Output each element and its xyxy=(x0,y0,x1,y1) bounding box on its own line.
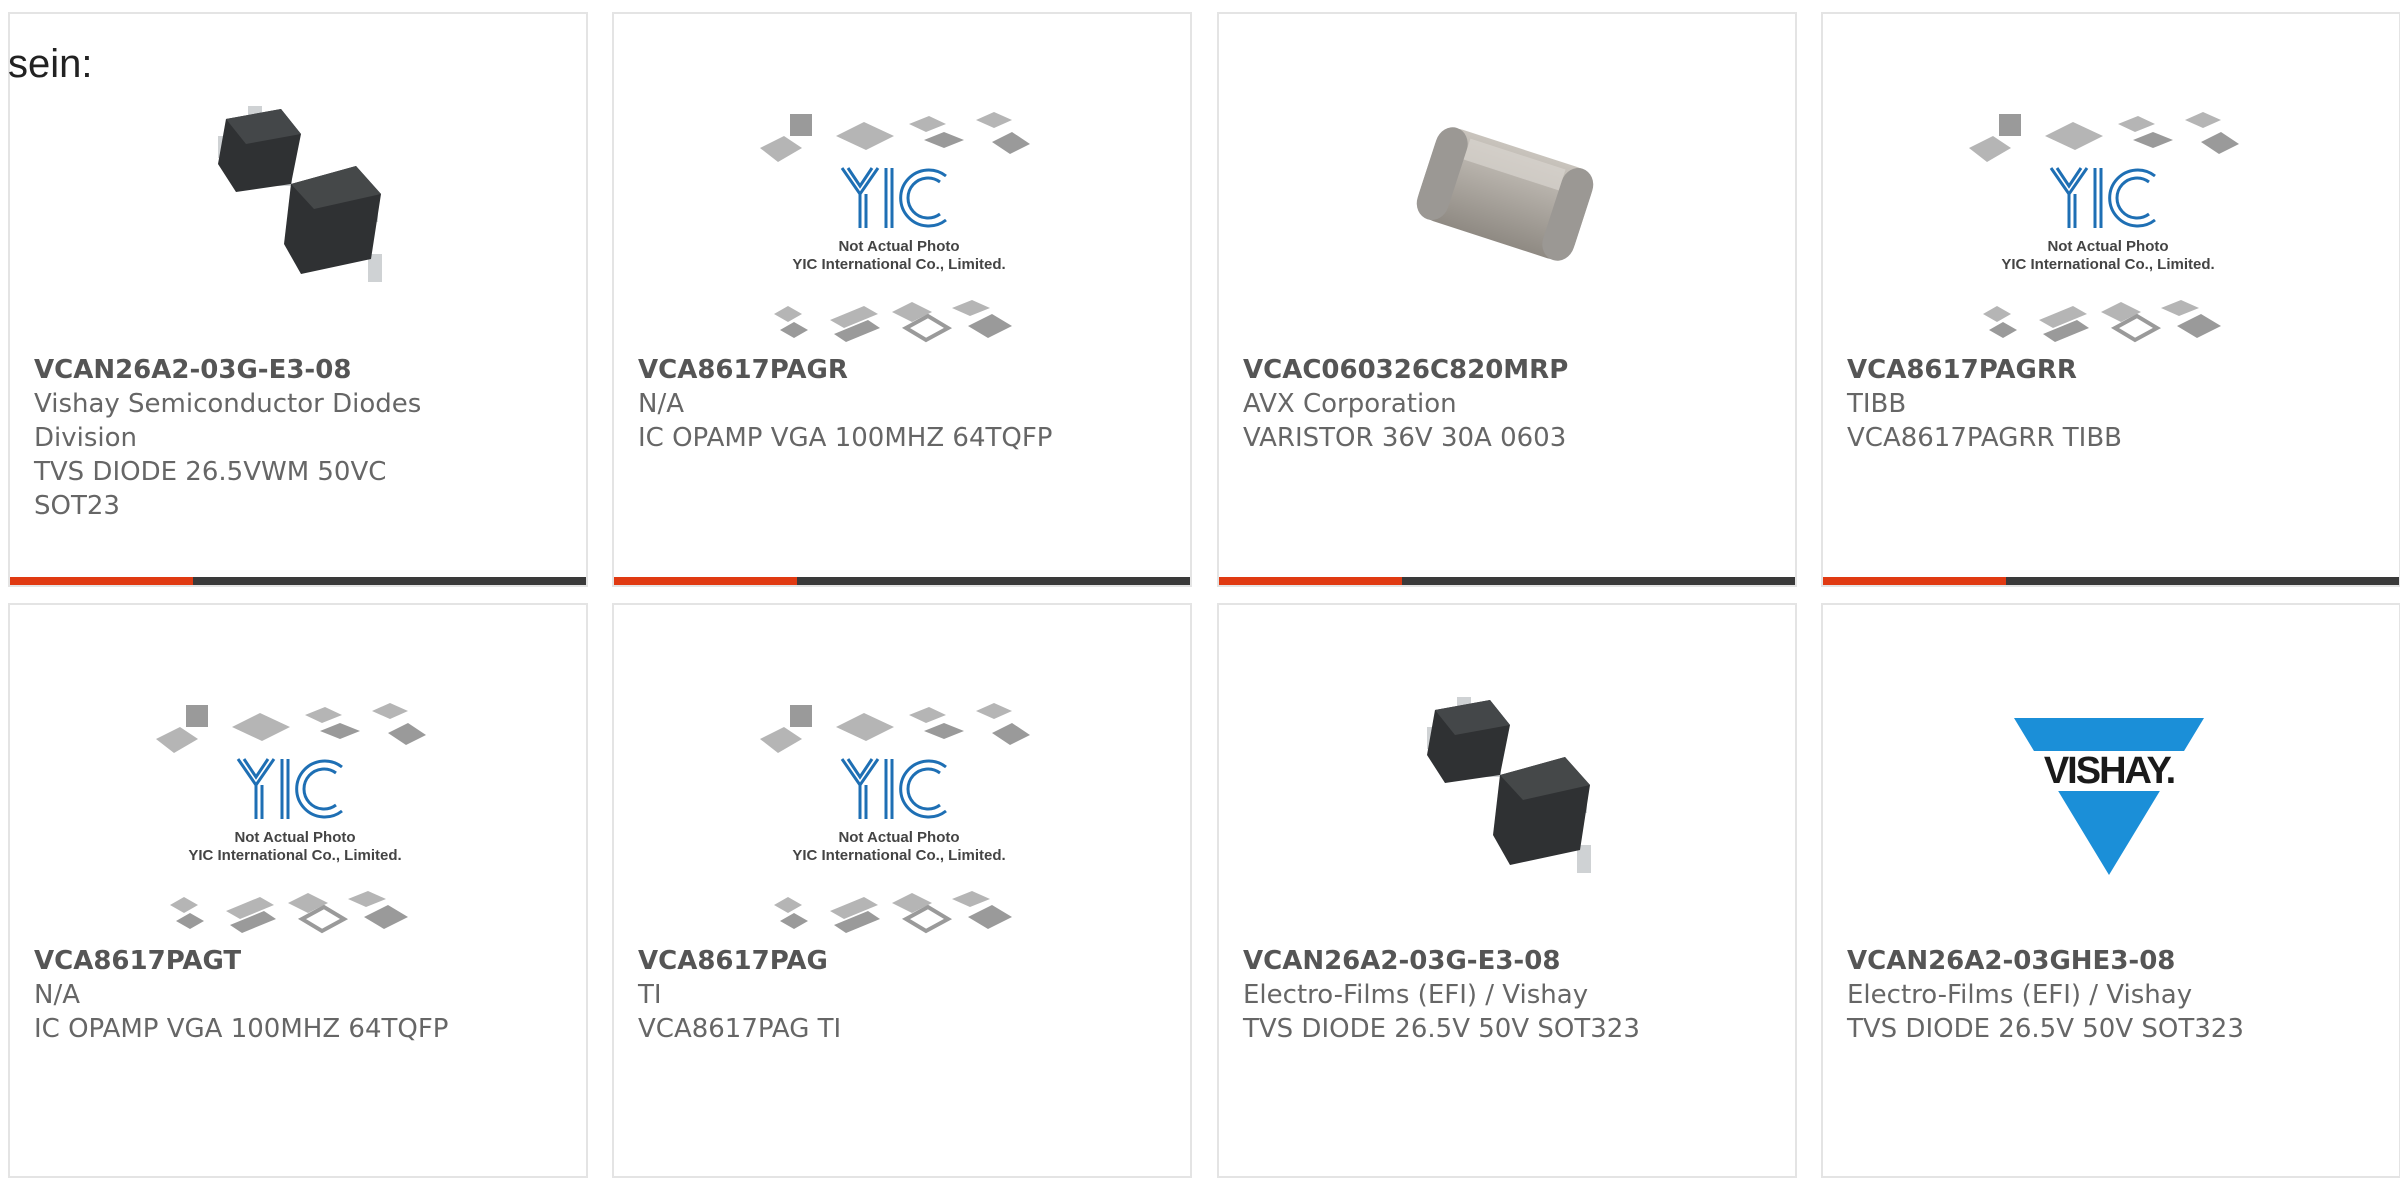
placeholder-line2: YIC International Co., Limited. xyxy=(792,847,1005,864)
product-image[interactable] xyxy=(1405,685,1605,885)
product-card[interactable]: Not Actual Photo YIC International Co., L… xyxy=(1821,12,2400,587)
card-progress-bar xyxy=(1823,577,2399,585)
product-image[interactable] xyxy=(1405,94,1605,294)
product-card[interactable]: VCAC060326C820MRP AVX Corporation VARISTOR… xyxy=(1217,12,1797,587)
card-progress-bar xyxy=(10,577,586,585)
manufacturer: TI xyxy=(638,980,662,1010)
card-bar-accent xyxy=(1219,577,1402,585)
placeholder-line1: Not Actual Photo xyxy=(234,829,355,846)
product-info: VCAN26A2-03GHE3-08 Electro-Films (EFI) / … xyxy=(1847,944,2379,1046)
part-number-link[interactable]: VCAN26A2-03G-E3-08 xyxy=(34,353,566,387)
product-card[interactable]: VCAN26A2-03G-E3-08 Vishay Semiconductor D… xyxy=(8,12,588,587)
card-progress-bar xyxy=(1219,577,1795,585)
product-info: VCA8617PAG TI VCA8617PAG TI xyxy=(638,944,1170,1046)
placeholder-line2: YIC International Co., Limited. xyxy=(792,256,1005,273)
part-number-link[interactable]: VCA8617PAGRR xyxy=(1847,353,2379,387)
product-card[interactable]: Not Actual Photo YIC International Co., L… xyxy=(612,12,1192,587)
part-number-link[interactable]: VCAC060326C820MRP xyxy=(1243,353,1775,387)
product-card[interactable]: Not Actual Photo YIC International Co., L… xyxy=(8,603,588,1178)
placeholder-image[interactable]: Not Actual Photo YIC International Co., L… xyxy=(1963,106,2253,366)
product-info: VCAC060326C820MRP AVX Corporation VARISTOR… xyxy=(1243,353,1775,455)
product-info: VCA8617PAGRR TIBB VCA8617PAGRR TIBB xyxy=(1847,353,2379,455)
vishay-logo-image[interactable]: VISHAY. xyxy=(2009,703,2209,883)
card-bar-accent xyxy=(10,577,193,585)
manufacturer: TIBB xyxy=(1847,389,1907,419)
description: VCA8617PAGRR TIBB xyxy=(1847,423,2123,453)
manufacturer: N/A xyxy=(34,980,80,1010)
placeholder-image[interactable]: Not Actual Photo YIC International Co., L… xyxy=(754,106,1044,366)
part-number-link[interactable]: VCA8617PAGR xyxy=(638,353,1170,387)
placeholder-line2: YIC International Co., Limited. xyxy=(188,847,401,864)
product-card[interactable]: Not Actual Photo YIC International Co., L… xyxy=(612,603,1192,1178)
product-info: VCAN26A2-03G-E3-08 Vishay Semiconductor D… xyxy=(34,353,566,523)
product-info: VCA8617PAGR N/A IC OPAMP VGA 100MHZ 64TQFP xyxy=(638,353,1170,455)
intro-text: sein: xyxy=(8,42,93,86)
svg-text:VISHAY.: VISHAY. xyxy=(2044,750,2174,792)
part-number-link[interactable]: VCA8617PAGT xyxy=(34,944,566,978)
description: TVS DIODE 26.5V 50V SOT323 xyxy=(1847,1014,2244,1044)
part-number-link[interactable]: VCAN26A2-03G-E3-08 xyxy=(1243,944,1775,978)
placeholder-line1: Not Actual Photo xyxy=(2047,238,2168,255)
product-info: VCAN26A2-03G-E3-08 Electro-Films (EFI) / … xyxy=(1243,944,1775,1046)
manufacturer: N/A xyxy=(638,389,684,419)
manufacturer: Electro-Films (EFI) / Vishay xyxy=(1847,980,2193,1010)
product-image[interactable] xyxy=(196,94,396,294)
card-bar-accent xyxy=(614,577,797,585)
product-card[interactable]: VISHAY. VCAN26A2-03GHE3-08 Electro-Films (… xyxy=(1821,603,2400,1178)
part-number-link[interactable]: VCA8617PAG xyxy=(638,944,1170,978)
part-number-link[interactable]: VCAN26A2-03GHE3-08 xyxy=(1847,944,2379,978)
manufacturer: AVX Corporation xyxy=(1243,389,1457,419)
description: TVS DIODE 26.5VWM 50VC SOT23 xyxy=(34,457,387,521)
description: VARISTOR 36V 30A 0603 xyxy=(1243,423,1567,453)
card-progress-bar xyxy=(614,577,1190,585)
placeholder-image[interactable]: Not Actual Photo YIC International Co., L… xyxy=(150,697,440,957)
placeholder-line1: Not Actual Photo xyxy=(838,238,959,255)
card-bar-accent xyxy=(1823,577,2006,585)
manufacturer: Electro-Films (EFI) / Vishay xyxy=(1243,980,1589,1010)
description: VCA8617PAG TI xyxy=(638,1014,842,1044)
placeholder-image[interactable]: Not Actual Photo YIC International Co., L… xyxy=(754,697,1044,957)
placeholder-line2: YIC International Co., Limited. xyxy=(2001,256,2214,273)
description: IC OPAMP VGA 100MHZ 64TQFP xyxy=(638,423,1053,453)
manufacturer: Vishay Semiconductor Diodes Division xyxy=(34,389,422,453)
product-card[interactable]: VCAN26A2-03G-E3-08 Electro-Films (EFI) / … xyxy=(1217,603,1797,1178)
description: TVS DIODE 26.5V 50V SOT323 xyxy=(1243,1014,1640,1044)
placeholder-line1: Not Actual Photo xyxy=(838,829,959,846)
description: IC OPAMP VGA 100MHZ 64TQFP xyxy=(34,1014,449,1044)
product-info: VCA8617PAGT N/A IC OPAMP VGA 100MHZ 64TQFP xyxy=(34,944,566,1046)
